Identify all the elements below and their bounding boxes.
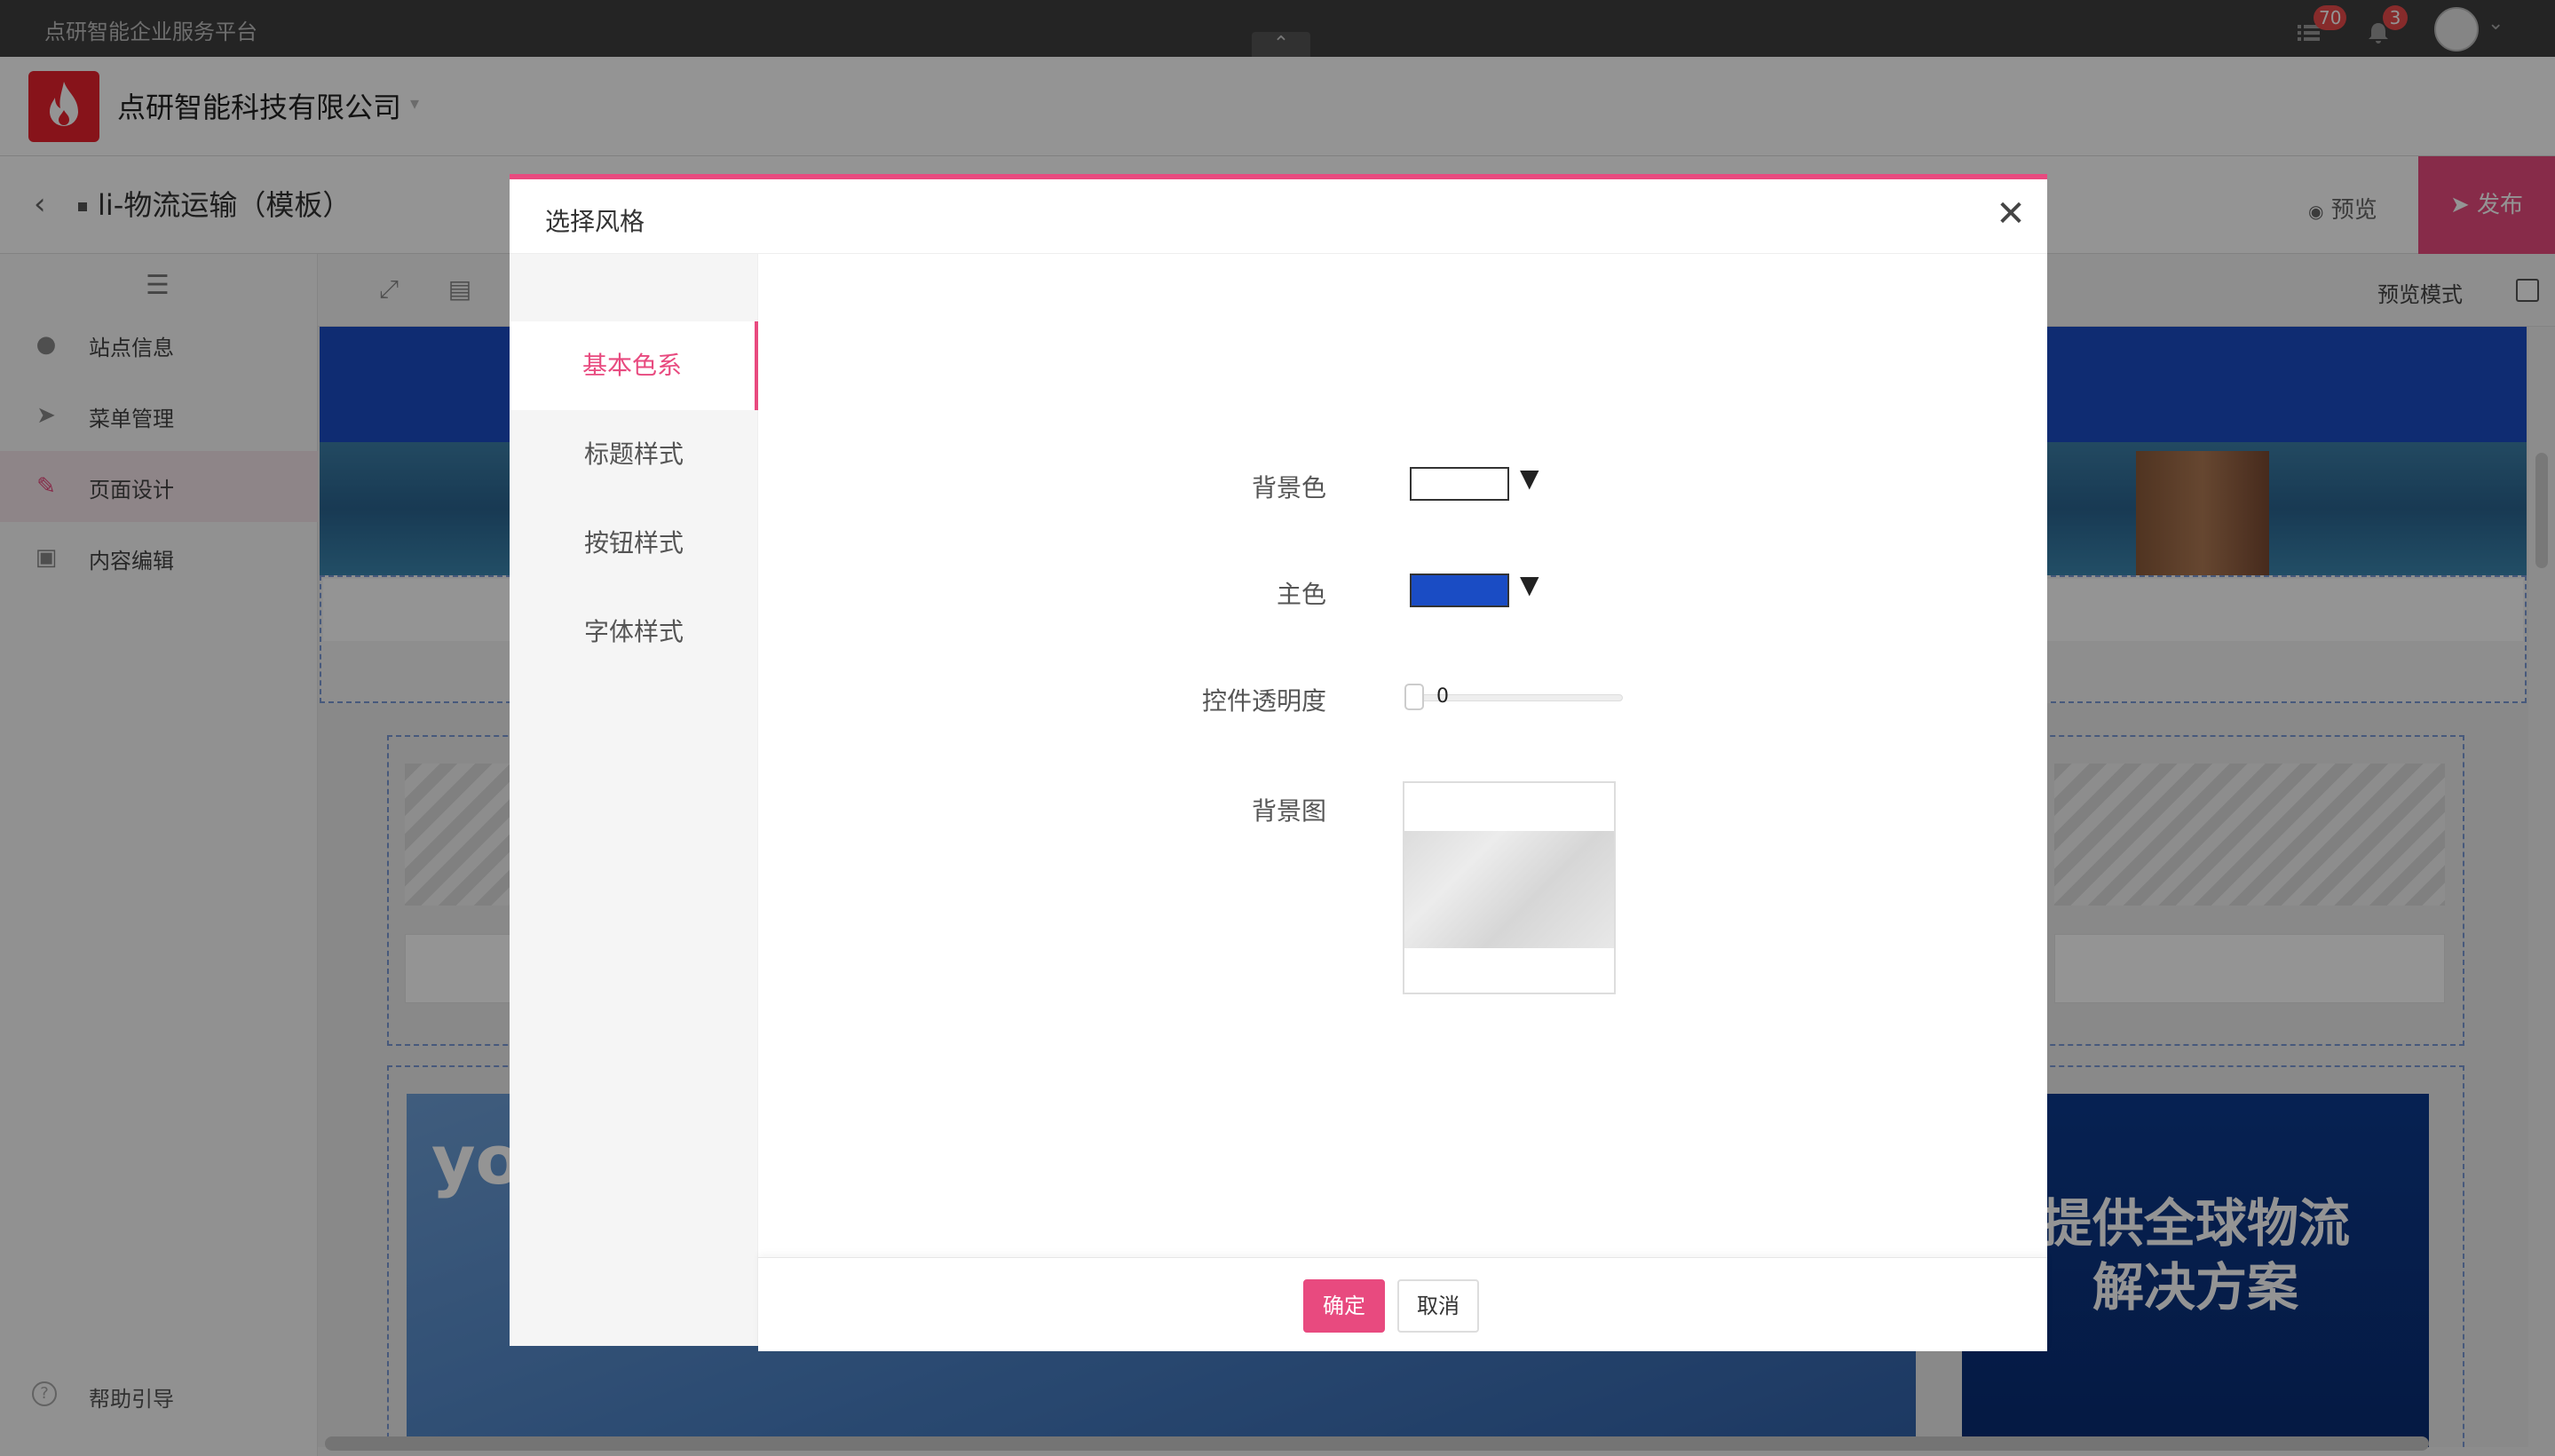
dropdown-triangle-icon[interactable]: ▼ (1520, 463, 1539, 493)
dialog-footer: 确定 取消 (758, 1257, 2047, 1351)
background-image-thumbnail (1404, 831, 1614, 948)
dialog-title: 选择风格 (545, 207, 645, 236)
background-image-row: 背景图 (758, 781, 2047, 994)
primary-color-swatch[interactable] (1410, 574, 1509, 607)
opacity-label: 控件透明度 (1201, 686, 1326, 716)
tab-basic-colors[interactable]: 基本色系 (510, 321, 758, 410)
opacity-value: 0 (1436, 685, 1449, 708)
primary-color-row: 主色 ▼ (758, 565, 2047, 618)
style-dialog: 选择风格 ✕ 基本色系 标题样式 按钮样式 字体样式 背景色 ▼ 主色 ▼ 控件… (510, 174, 2047, 1351)
confirm-button[interactable]: 确定 (1303, 1279, 1385, 1333)
opacity-slider-handle[interactable] (1404, 684, 1424, 710)
tab-button-style[interactable]: 按钮样式 (510, 499, 758, 588)
primary-color-label: 主色 (1276, 580, 1326, 609)
background-image-label: 背景图 (1251, 796, 1326, 826)
dialog-header: 选择风格 ✕ (510, 179, 2047, 254)
background-image-picker[interactable] (1403, 781, 1616, 994)
tab-font-style[interactable]: 字体样式 (510, 588, 758, 677)
background-color-label: 背景色 (1251, 473, 1326, 502)
tab-title-style[interactable]: 标题样式 (510, 410, 758, 499)
close-icon[interactable]: ✕ (1990, 194, 2031, 234)
cancel-button[interactable]: 取消 (1397, 1279, 1479, 1333)
dialog-body: 背景色 ▼ 主色 ▼ 控件透明度 0 背景图 (758, 254, 2047, 1257)
dialog-tab-list: 基本色系 标题样式 按钮样式 字体样式 (510, 254, 758, 1346)
opacity-row: 控件透明度 0 (758, 671, 2047, 724)
background-color-swatch[interactable] (1410, 467, 1509, 501)
dropdown-triangle-icon[interactable]: ▼ (1520, 570, 1539, 599)
background-color-row: 背景色 ▼ (758, 458, 2047, 511)
